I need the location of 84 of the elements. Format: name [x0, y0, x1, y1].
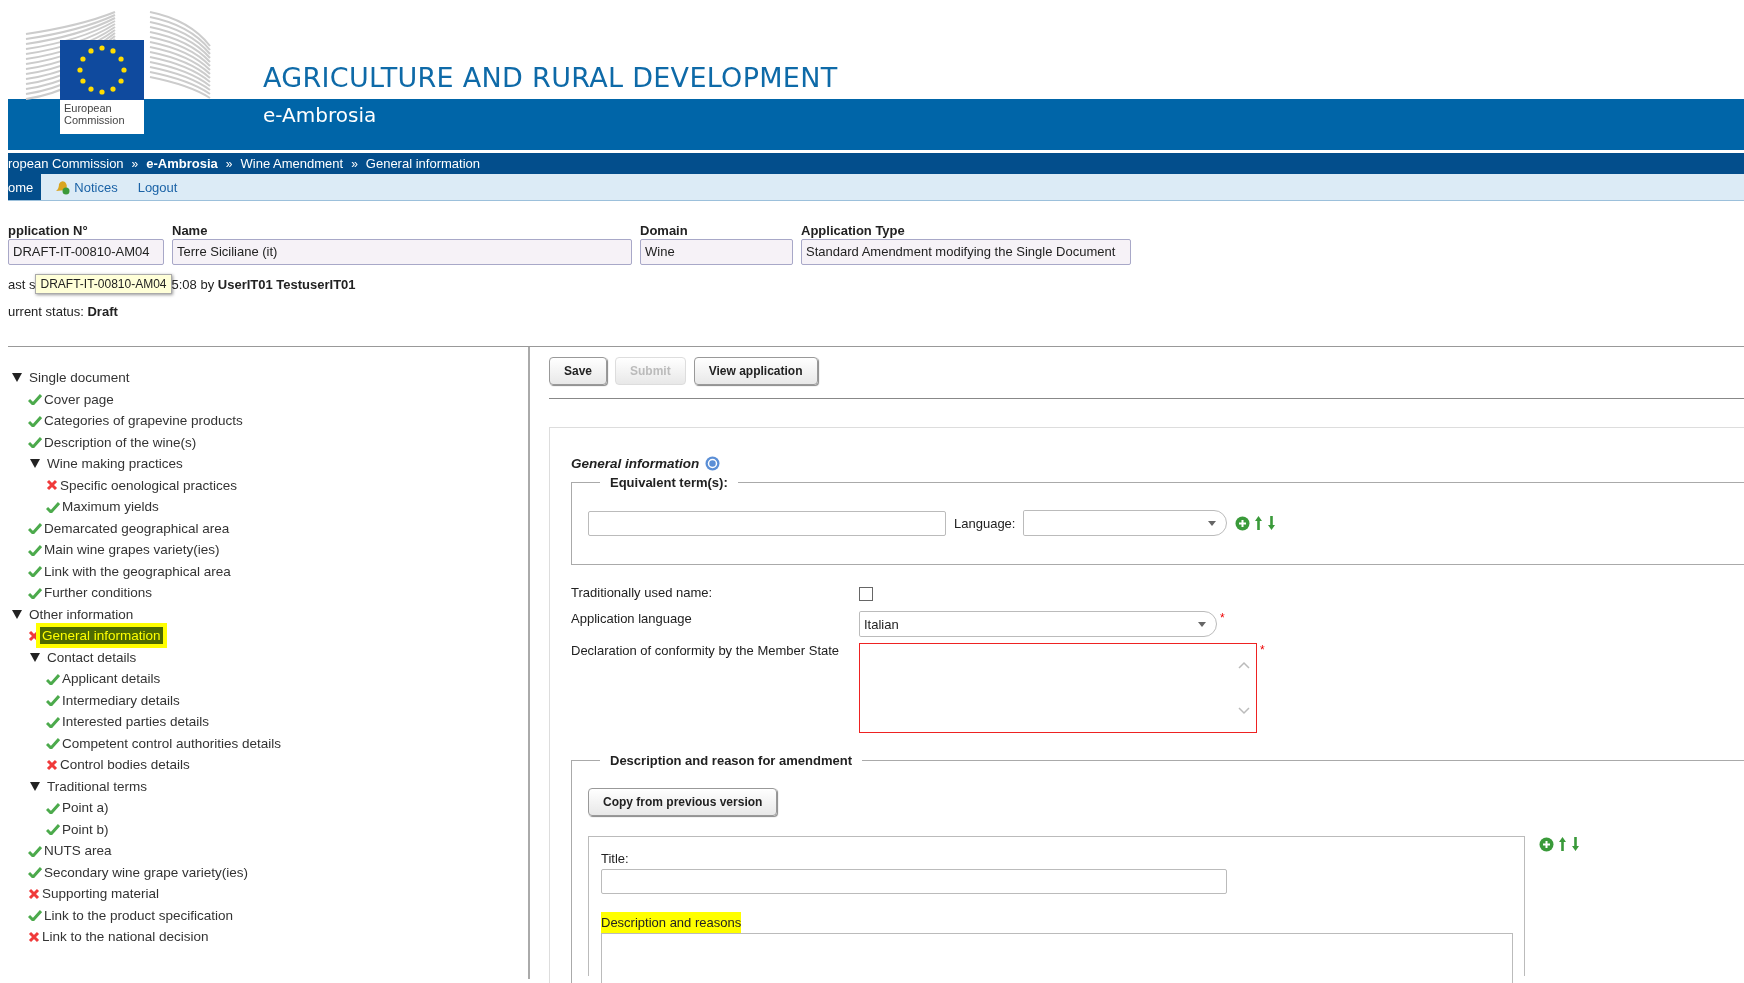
tree-item[interactable]: Link to the product specification	[42, 906, 236, 924]
tree-item[interactable]: Maximum yields	[60, 498, 161, 516]
required-mark: *	[1260, 643, 1265, 657]
text-area[interactable]	[859, 643, 1257, 733]
breadcrumb-separator: »	[131, 156, 139, 171]
section-title: General information	[571, 456, 700, 471]
add-icon[interactable]	[1235, 515, 1251, 531]
logo-text: European Commission	[60, 100, 144, 134]
nav-tab[interactable]: Notices	[53, 174, 126, 200]
tree-item[interactable]: Traditional terms	[45, 777, 150, 795]
down-arrow-icon[interactable]	[1571, 836, 1580, 852]
tree-item[interactable]: NUTS area	[42, 842, 114, 860]
input-field[interactable]	[588, 510, 946, 536]
fieldset-legend: Equivalent term(s):	[600, 475, 738, 490]
tree-item[interactable]: Point b)	[60, 820, 111, 838]
field-label: pplication N°	[8, 223, 89, 238]
down-arrow-icon[interactable]	[1267, 515, 1277, 531]
toolbar-button[interactable]: View application	[693, 357, 818, 385]
nav-tab[interactable]: ome	[8, 174, 42, 200]
expanded-triangle-icon[interactable]	[12, 373, 22, 383]
tree-item[interactable]: Competent control authorities details	[60, 734, 284, 752]
tree-item[interactable]: Link with the geographical area	[42, 562, 233, 580]
breadcrumb-link[interactable]: ropean Commission	[8, 156, 124, 171]
tree-item[interactable]: Further conditions	[42, 584, 155, 602]
tree-item[interactable]: Intermediary details	[60, 691, 182, 709]
tree-item[interactable]: Other information	[27, 605, 136, 623]
tree-item[interactable]: Wine making practices	[45, 455, 185, 473]
up-arrow-icon[interactable]	[1254, 515, 1264, 531]
expanded-triangle-icon[interactable]	[30, 781, 40, 791]
up-arrow-icon[interactable]	[1558, 836, 1567, 852]
tree-item[interactable]: Description of the wine(s)	[42, 433, 199, 451]
tree-item[interactable]: Categories of grapevine products	[42, 412, 245, 430]
add-icon[interactable]	[1539, 836, 1554, 852]
last-saved-text: 5:08 by UserIT01 TestuserIT01	[171, 276, 356, 292]
last-saved-text: ast s	[8, 276, 36, 292]
status-text: urrent status: Draft	[8, 304, 119, 319]
read-only-field: Standard Amendment modifying the Single Document	[801, 239, 1131, 265]
tree-item[interactable]: Demarcated geographical area	[42, 519, 232, 537]
tree-item[interactable]: Control bodies details	[58, 756, 192, 774]
required-mark: *	[1220, 611, 1225, 625]
fieldset-legend: Description and reason for amendment	[600, 753, 862, 768]
expanded-triangle-icon[interactable]	[30, 459, 40, 469]
field-label: Application Type	[801, 223, 906, 238]
breadcrumb-link[interactable]: e-Ambrosia	[146, 156, 218, 171]
tooltip: DRAFT-IT-00810-AM04	[35, 274, 172, 294]
caret-icon	[1198, 621, 1206, 627]
field-label: Description and reasons	[601, 912, 742, 933]
tree-item[interactable]: Applicant details	[60, 670, 163, 688]
breadcrumb-link[interactable]: General information	[365, 156, 480, 171]
tree-item[interactable]: Specific oenological practices	[58, 476, 240, 494]
tree-item[interactable]: Main wine grapes variety(ies)	[42, 541, 222, 559]
nav-tab[interactable]: Logout	[137, 174, 186, 200]
tree-item[interactable]: Contact details	[45, 648, 139, 666]
field-label: Title:	[601, 851, 629, 866]
expanded-triangle-icon[interactable]	[30, 652, 40, 662]
caret-icon	[1208, 520, 1217, 526]
toolbar-button[interactable]: Save	[549, 357, 608, 385]
breadcrumb-separator: »	[351, 156, 358, 171]
text-area[interactable]	[601, 933, 1513, 983]
breadcrumb-separator: »	[225, 156, 233, 171]
read-only-field: Wine	[640, 239, 793, 265]
checkbox[interactable]	[859, 587, 873, 601]
field-label: Application language	[571, 611, 693, 628]
tree-item[interactable]: Single document	[27, 369, 132, 387]
page-title: AGRICULTURE AND RURAL DEVELOPMENT	[263, 62, 838, 93]
field-label: Language:	[954, 515, 1016, 531]
tree-item[interactable]: Link to the national decision	[40, 928, 211, 946]
tree-item[interactable]: Cover page	[42, 390, 116, 408]
help-icon[interactable]	[705, 456, 721, 471]
read-only-field: Terre Siciliane (it)	[172, 239, 632, 265]
field-label: Traditionally used name:	[571, 585, 714, 602]
field-label: Name	[172, 223, 209, 238]
read-only-field: DRAFT-IT-00810-AM04	[8, 239, 164, 265]
field-label: Domain	[640, 223, 689, 238]
tree-item[interactable]: Interested parties details	[60, 713, 212, 731]
copy-button[interactable]: Copy from previous version	[588, 788, 778, 816]
tree-item[interactable]: Point a)	[60, 799, 111, 817]
input-field[interactable]	[601, 869, 1227, 894]
app-name: e-Ambrosia	[263, 103, 377, 127]
field-label: Declaration of conformity by the Member State	[571, 643, 841, 660]
expanded-triangle-icon[interactable]	[12, 609, 22, 619]
tree-item[interactable]: Supporting material	[40, 885, 162, 903]
breadcrumb-link[interactable]: Wine Amendment	[240, 156, 344, 171]
tree-item[interactable]: Secondary wine grape variety(ies)	[42, 863, 251, 881]
